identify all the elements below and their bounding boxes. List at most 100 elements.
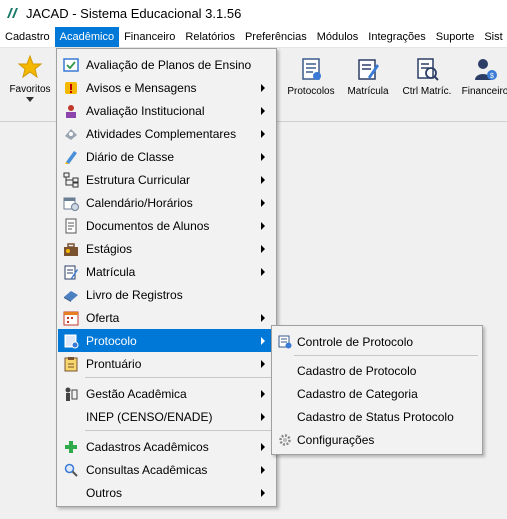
chevron-right-icon: [261, 359, 265, 368]
menu-divider: [85, 430, 273, 431]
protocol-icon: [302, 58, 321, 80]
plus-icon: [62, 438, 80, 456]
menu-item-documentos[interactable]: Documentos de Alunos: [58, 214, 275, 237]
activities-icon: [62, 125, 80, 143]
chevron-right-icon: [261, 129, 265, 138]
menu-item-label: Estágios: [86, 241, 133, 256]
menu-item-consultas-academicas[interactable]: Consultas Acadêmicas: [58, 458, 275, 481]
menu-item-label: Livro de Registros: [86, 287, 183, 302]
record-icon: [62, 355, 80, 373]
diary-icon: [62, 148, 80, 166]
documents-icon: [62, 217, 80, 235]
chevron-right-icon: [261, 465, 265, 474]
menu-item-atividades[interactable]: Atividades Complementares: [58, 122, 275, 145]
menu-item-avaliacao-planos[interactable]: Avaliação de Planos de Ensino: [58, 53, 275, 76]
menu-financeiro[interactable]: Financeiro: [119, 27, 180, 47]
menu-item-label: Outros: [86, 485, 123, 500]
menu-item-livro-registros[interactable]: Livro de Registros: [58, 283, 275, 306]
toolbar-financeiro-label: Financeiro: [461, 86, 507, 97]
menu-item-diario[interactable]: Diário de Classe: [58, 145, 275, 168]
window-title: JACAD - Sistema Educacional 3.1.56: [26, 5, 242, 21]
favorites-button[interactable]: Favoritos: [6, 54, 54, 102]
protocol-control-icon: [277, 334, 293, 350]
menu-item-gestao[interactable]: Gestão Acadêmica: [58, 382, 275, 405]
submenu-item-cadastro-status[interactable]: Cadastro de Status Protocolo: [273, 405, 481, 428]
menu-item-label: Avaliação de Planos de Ensino: [86, 57, 252, 72]
warning-icon: [62, 79, 80, 97]
search-icon: [62, 461, 80, 479]
menu-item-avaliacao-institucional[interactable]: Avaliação Institucional: [58, 99, 275, 122]
menu-item-label: Calendário/Horários: [86, 195, 193, 210]
menu-item-outros[interactable]: Outros: [58, 481, 275, 504]
menu-academico[interactable]: Acadêmico: [54, 26, 120, 47]
menu-relatorios[interactable]: Relatórios: [180, 27, 240, 47]
menu-item-inep[interactable]: INEP (CENSO/ENADE): [58, 405, 275, 428]
menu-sistema[interactable]: Sist: [479, 27, 507, 47]
chevron-right-icon: [261, 336, 265, 345]
menu-integracoes[interactable]: Integrações: [363, 27, 430, 47]
menu-item-estrutura[interactable]: Estrutura Curricular: [58, 168, 275, 191]
chevron-right-icon: [261, 313, 265, 322]
menu-item-protocolo[interactable]: Protocolo: [58, 329, 275, 352]
internship-icon: [62, 240, 80, 258]
star-icon: [17, 54, 43, 79]
menu-divider: [85, 377, 273, 378]
menu-item-label: Cadastros Acadêmicos: [86, 439, 209, 454]
title-bar: JACAD - Sistema Educacional 3.1.56: [0, 0, 507, 26]
submenu-item-label: Configurações: [297, 432, 375, 447]
chevron-right-icon: [261, 175, 265, 184]
chevron-right-icon: [261, 412, 265, 421]
menu-preferencias[interactable]: Preferências: [240, 27, 312, 47]
menu-item-label: Prontuário: [86, 356, 142, 371]
chevron-right-icon: [261, 152, 265, 161]
menu-item-avisos[interactable]: Avisos e Mensagens: [58, 76, 275, 99]
menu-modulos[interactable]: Módulos: [312, 27, 364, 47]
toolbar-matricula-label: Matrícula: [347, 86, 389, 97]
toolbar-ctrl-matric-button[interactable]: Ctrl Matríc.: [399, 56, 455, 97]
svg-text:$: $: [490, 73, 494, 80]
menu-item-label: Atividades Complementares: [86, 126, 237, 141]
submenu-item-controle-protocolo[interactable]: Controle de Protocolo: [273, 330, 481, 353]
submenu-item-configuracoes[interactable]: Configurações: [273, 428, 481, 451]
chevron-right-icon: [261, 106, 265, 115]
enrollment-control-icon: [417, 58, 439, 81]
submenu-item-label: Cadastro de Categoria: [297, 386, 418, 401]
menu-item-label: Documentos de Alunos: [86, 218, 210, 233]
submenu-item-label: Cadastro de Status Protocolo: [297, 409, 454, 424]
menu-item-matricula[interactable]: Matrícula: [58, 260, 275, 283]
chevron-right-icon: [261, 389, 265, 398]
chevron-right-icon: [261, 83, 265, 92]
protocolo-submenu: Controle de Protocolo Cadastro de Protoc…: [271, 325, 483, 455]
toolbar-financeiro-button[interactable]: $ Financeiro: [460, 56, 507, 97]
menu-item-oferta[interactable]: Oferta: [58, 306, 275, 329]
submenu-item-cadastro-protocolo[interactable]: Cadastro de Protocolo: [273, 359, 481, 382]
chevron-right-icon: [261, 221, 265, 230]
chevron-right-icon: [261, 198, 265, 207]
submenu-item-cadastro-categoria[interactable]: Cadastro de Categoria: [273, 382, 481, 405]
menu-item-estagios[interactable]: Estágios: [58, 237, 275, 260]
person-evaluation-icon: [62, 102, 80, 120]
menu-item-label: Oferta: [86, 310, 120, 325]
menu-item-calendario[interactable]: Calendário/Horários: [58, 191, 275, 214]
menu-cadastro[interactable]: Cadastro: [0, 27, 55, 47]
menu-item-prontuario[interactable]: Prontuário: [58, 352, 275, 375]
menu-divider: [294, 355, 478, 356]
chevron-right-icon: [261, 488, 265, 497]
toolbar-matricula-button[interactable]: Matrícula: [342, 56, 394, 97]
menu-suporte[interactable]: Suporte: [431, 27, 480, 47]
submenu-item-label: Controle de Protocolo: [297, 334, 414, 349]
submenu-item-label: Cadastro de Protocolo: [297, 363, 417, 378]
menu-item-label: Gestão Acadêmica: [86, 386, 187, 401]
offer-icon: [62, 309, 80, 327]
toolbar-protocolos-button[interactable]: Protocolos: [284, 56, 338, 97]
enrollment-icon: [358, 59, 379, 80]
enrollment-icon: [62, 263, 80, 281]
plan-evaluation-icon: [62, 56, 80, 74]
protocol-icon: [62, 332, 80, 350]
finance-icon: $: [475, 59, 497, 80]
menu-item-cadastros-academicos[interactable]: Cadastros Acadêmicos: [58, 435, 275, 458]
calendar-icon: [62, 194, 80, 212]
app-logo-icon: [7, 8, 18, 18]
menu-item-label: Consultas Acadêmicas: [86, 462, 208, 477]
toolbar-protocolos-label: Protocolos: [287, 86, 335, 97]
